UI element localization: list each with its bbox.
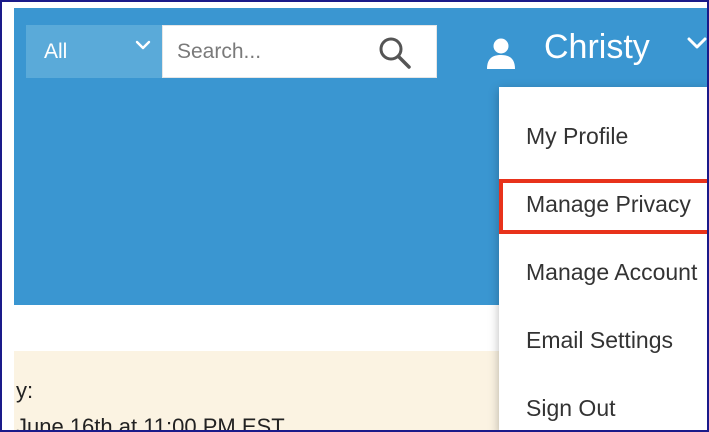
- chevron-down-icon: [687, 37, 707, 49]
- app-frame: y: June 16th at 11:00 PM EST All Christy…: [0, 0, 709, 432]
- user-dropdown-menu: My Profile Manage Privacy Manage Account…: [499, 87, 707, 430]
- user-name: Christy: [544, 28, 650, 66]
- menu-item-email-settings[interactable]: Email Settings: [526, 327, 673, 354]
- user-icon: [487, 38, 515, 69]
- menu-item-my-profile[interactable]: My Profile: [526, 123, 628, 150]
- page-left-edge: [4, 4, 14, 430]
- menu-item-manage-account[interactable]: Manage Account: [526, 259, 697, 286]
- search-icon[interactable]: [377, 35, 413, 71]
- menu-item-manage-privacy[interactable]: Manage Privacy: [526, 191, 691, 218]
- search-input[interactable]: [177, 26, 372, 77]
- notice-text-line-2: June 16th at 11:00 PM EST: [16, 414, 285, 432]
- search-box: [162, 25, 437, 78]
- menu-item-sign-out[interactable]: Sign Out: [526, 395, 616, 422]
- user-menu-toggle[interactable]: Christy: [480, 24, 707, 78]
- chevron-down-icon: [135, 40, 151, 50]
- search-filter-label: All: [44, 39, 68, 63]
- search-filter-select[interactable]: All: [26, 25, 162, 78]
- notice-text-line-1: y:: [16, 378, 34, 403]
